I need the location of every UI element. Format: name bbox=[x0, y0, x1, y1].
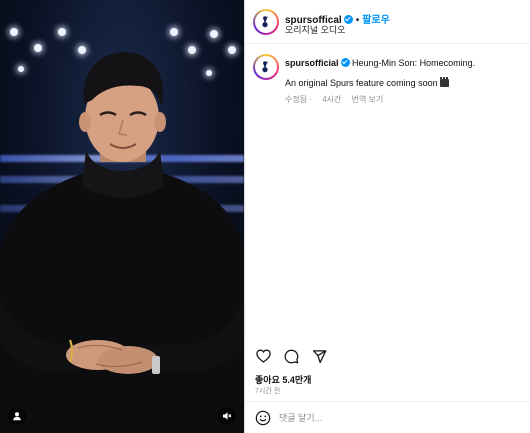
translate-link[interactable]: 번역 보기 bbox=[352, 95, 384, 104]
edited-label: 수정됨 · 4시간 bbox=[285, 95, 342, 104]
post-video[interactable] bbox=[0, 0, 244, 433]
tagged-users-button[interactable] bbox=[8, 407, 26, 425]
speaker-muted-icon bbox=[223, 412, 232, 420]
paper-plane-icon bbox=[312, 349, 326, 363]
mute-button[interactable] bbox=[218, 407, 236, 425]
user-tag-icon bbox=[13, 412, 21, 421]
caption-username-link[interactable]: spursofficial bbox=[285, 58, 339, 68]
heart-icon bbox=[255, 349, 271, 363]
comment-icon bbox=[284, 349, 298, 363]
comment-bar bbox=[245, 401, 530, 433]
emoji-button[interactable] bbox=[255, 410, 271, 426]
separator-dot: • bbox=[355, 15, 360, 26]
caption-second-line: An original Spurs feature coming soon bbox=[285, 77, 449, 88]
verified-badge-icon bbox=[340, 58, 350, 67]
original-audio-link[interactable]: 오리지널 오디오 bbox=[285, 23, 345, 36]
caption-text: An original Spurs feature coming soon bbox=[285, 78, 438, 88]
caption-avatar[interactable] bbox=[253, 54, 279, 80]
post-details-panel: spursoffical • 팔로우 오리지널 오디오 spursofficial … bbox=[244, 0, 530, 433]
avatar[interactable] bbox=[253, 9, 279, 35]
spurs-logo-icon bbox=[262, 61, 269, 73]
clapper-board-icon bbox=[439, 77, 449, 87]
person-figure bbox=[0, 52, 244, 433]
spurs-logo-icon bbox=[262, 16, 269, 28]
caption-title: Heung-Min Son: Homecoming. bbox=[352, 58, 476, 68]
likes-count[interactable]: 좋아요 5.4만개 bbox=[255, 373, 311, 386]
caption-meta: 수정됨 · 4시간 번역 보기 bbox=[285, 94, 383, 105]
comment-button[interactable] bbox=[283, 348, 299, 364]
like-button[interactable] bbox=[255, 348, 271, 364]
follow-button[interactable]: 팔로우 bbox=[362, 15, 390, 26]
post-actions bbox=[255, 346, 327, 366]
post-header: spursoffical • 팔로우 오리지널 오디오 bbox=[245, 0, 530, 44]
smiley-icon bbox=[255, 410, 271, 426]
comment-input[interactable] bbox=[279, 410, 519, 426]
caption-first-line: spursofficial Heung-Min Son: Homecoming. bbox=[285, 57, 521, 69]
posted-time: 7시간 전 bbox=[255, 388, 281, 395]
share-button[interactable] bbox=[311, 348, 327, 364]
